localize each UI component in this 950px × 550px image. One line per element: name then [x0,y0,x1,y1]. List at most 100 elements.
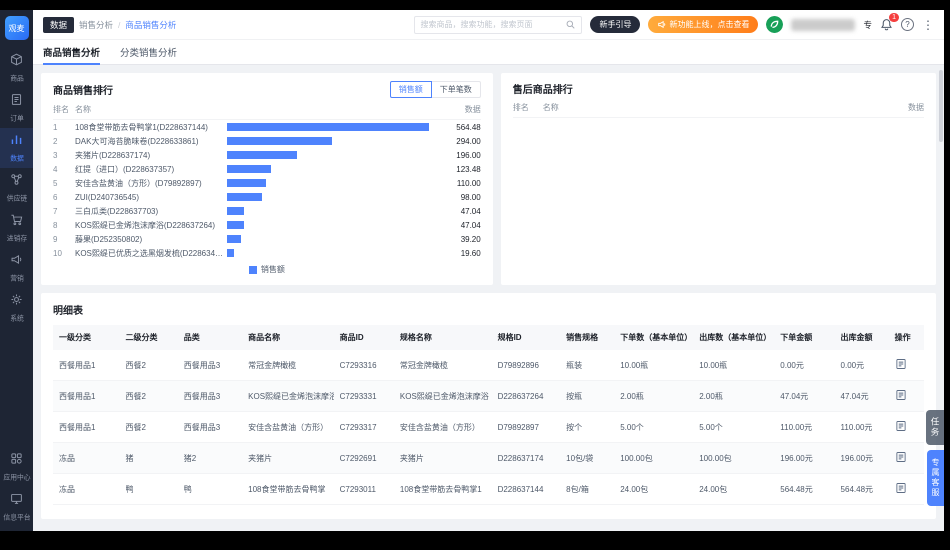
sales-bar[interactable] [227,249,234,257]
bar-track [227,249,435,257]
notification-badge: 1 [889,13,899,22]
sidebar-item-data[interactable]: 数据 [0,128,33,168]
breadcrumb-root[interactable]: 数据 [43,17,74,33]
detail-cell-6: D79892897 [492,412,561,443]
more-menu-icon[interactable]: ⋮ [922,19,934,31]
customer-service-float-button[interactable]: 专属客服 [927,450,944,506]
detail-col-header-4: 商品ID [334,325,394,350]
task-float-button[interactable]: 任务 [926,410,944,445]
rank-number: 4 [53,165,75,174]
tab-product-sales-analysis[interactable]: 商品销售分析 [43,40,100,64]
sales-bar[interactable] [227,221,244,229]
sales-bar[interactable] [227,207,244,215]
sidebar-item-label: 进销存 [6,234,26,243]
sales-value: 39.20 [435,235,481,244]
chart-legend[interactable]: 销售额 [53,264,481,275]
username-blurred[interactable] [791,19,855,31]
product-name[interactable]: 三白瓜类(D228637703) [75,206,227,217]
col-name: 名称 [75,104,431,115]
sidebar: 观麦 商品订单数据供应链进销存营销系统 应用中心信息平台 [0,10,33,531]
sidebar-item-label: 营销 [10,274,24,283]
app-logo[interactable]: 观麦 [5,16,29,40]
breadcrumb-separator: / [118,20,120,30]
bar-track [227,137,435,145]
page-scrollbar[interactable] [939,70,943,142]
detail-cell-11: 110.00元 [835,412,889,443]
detail-cell-3: 108食堂带筋去骨鸭掌 [242,474,333,505]
row-detail-icon[interactable] [895,420,907,432]
product-name[interactable]: 红提（进口）(D228637357) [75,164,227,175]
detail-cell-4: C7293317 [334,412,394,443]
col-value: 数据 [431,104,481,115]
detail-table-row: 冻品猪猪2夹猪片C7292691夹猪片D22863717410包/袋100.00… [53,443,924,474]
detail-cell-8: 100.00包 [614,443,693,474]
row-detail-icon[interactable] [895,358,907,370]
row-detail-icon[interactable] [895,482,907,494]
data-icon [10,133,23,151]
product-name[interactable]: KOS熙缇已金烯泡沫摩浴(D228637264) [75,220,227,231]
product-name[interactable]: 108食堂带筋去骨鸭掌1(D228637144) [75,122,227,133]
bar-track [227,193,435,201]
detail-cell-9: 5.00个 [693,412,774,443]
tab-category-sales-analysis[interactable]: 分类销售分析 [120,40,177,64]
bar-track [227,235,435,243]
sales-bar[interactable] [227,123,429,131]
help-icon[interactable]: ? [901,18,914,31]
detail-col-header-6: 规格ID [492,325,561,350]
sales-bar[interactable] [227,137,332,145]
detail-cell-7: 按个 [560,412,614,443]
sidebar-item-inventory[interactable]: 进销存 [0,208,33,248]
sidebar-item-platform[interactable]: 信息平台 [0,487,33,527]
product-name[interactable]: 安佳含盐黄油（方形）(D79892897) [75,178,227,189]
detail-table-header: 一级分类二级分类品类商品名称商品ID规格名称规格ID销售规格下单数（基本单位）出… [53,325,924,350]
product-name[interactable]: 藤果(D252350802) [75,234,227,245]
sales-value: 564.48 [435,123,481,132]
sidebar-item-label: 系统 [10,314,24,323]
sidebar-item-system[interactable]: 系统 [0,288,33,328]
sidebar-item-apps[interactable]: 应用中心 [0,447,33,487]
promo-button-label: 新功能上线，点击查看 [669,19,749,30]
toggle-order-count[interactable]: 下单笔数 [431,81,481,98]
sidebar-item-label: 应用中心 [3,473,30,482]
sidebar-item-marketing[interactable]: 营销 [0,248,33,288]
after-sales-empty-body [513,118,924,268]
sidebar-item-supply[interactable]: 供应链 [0,168,33,208]
guide-button[interactable]: 新手引导 [590,16,640,33]
product-name[interactable]: KOS熙缇已优质之选黑烟发梳(D228634296) [75,248,227,259]
toggle-sales-amount[interactable]: 销售额 [390,81,432,98]
detail-cell-0: 冻品 [53,443,120,474]
detail-cell-4: C7292691 [334,443,394,474]
row-detail-icon[interactable] [895,389,907,401]
sidebar-item-label: 数据 [10,154,24,163]
sales-bar[interactable] [227,165,271,173]
sidebar-item-goods[interactable]: 商品 [0,48,33,88]
sales-bar[interactable] [227,193,262,201]
sidebar-item-orders[interactable]: 订单 [0,88,33,128]
detail-cell-8: 24.00包 [614,474,693,505]
sales-value: 47.04 [435,207,481,216]
search-input[interactable] [420,20,565,29]
global-search[interactable] [414,16,582,34]
product-name[interactable]: ZUI(D240736545) [75,193,227,202]
avatar[interactable] [766,16,783,33]
col-value: 数据 [874,102,924,113]
detail-col-header-3: 商品名称 [242,325,333,350]
detail-cell-6: D228637174 [492,443,561,474]
detail-cell-10: 564.48元 [774,474,834,505]
product-name[interactable]: DAK大可海苔脆味卷(D228633861) [75,136,227,147]
search-icon[interactable] [565,19,576,30]
product-name[interactable]: 夹猪片(D228637174) [75,150,227,161]
notification-bell[interactable]: 1 [880,18,893,31]
row-detail-icon[interactable] [895,451,907,463]
detail-cell-2: 鸭 [178,474,242,505]
main-content: 商品销售排行 销售额 下单笔数 排名 名称 数据 1108食堂带筋去骨鸭掌1(D… [33,65,944,531]
sales-bar[interactable] [227,235,241,243]
sales-bar[interactable] [227,151,297,159]
rank-number: 1 [53,123,75,132]
breadcrumb-section[interactable]: 销售分析 [79,19,113,31]
promo-button[interactable]: 新功能上线，点击查看 [648,16,758,33]
detail-cell-10: 47.04元 [774,381,834,412]
after-sales-columns: 排名 名称 数据 [513,96,924,118]
detail-cell-operation [889,474,924,505]
sales-bar[interactable] [227,179,266,187]
